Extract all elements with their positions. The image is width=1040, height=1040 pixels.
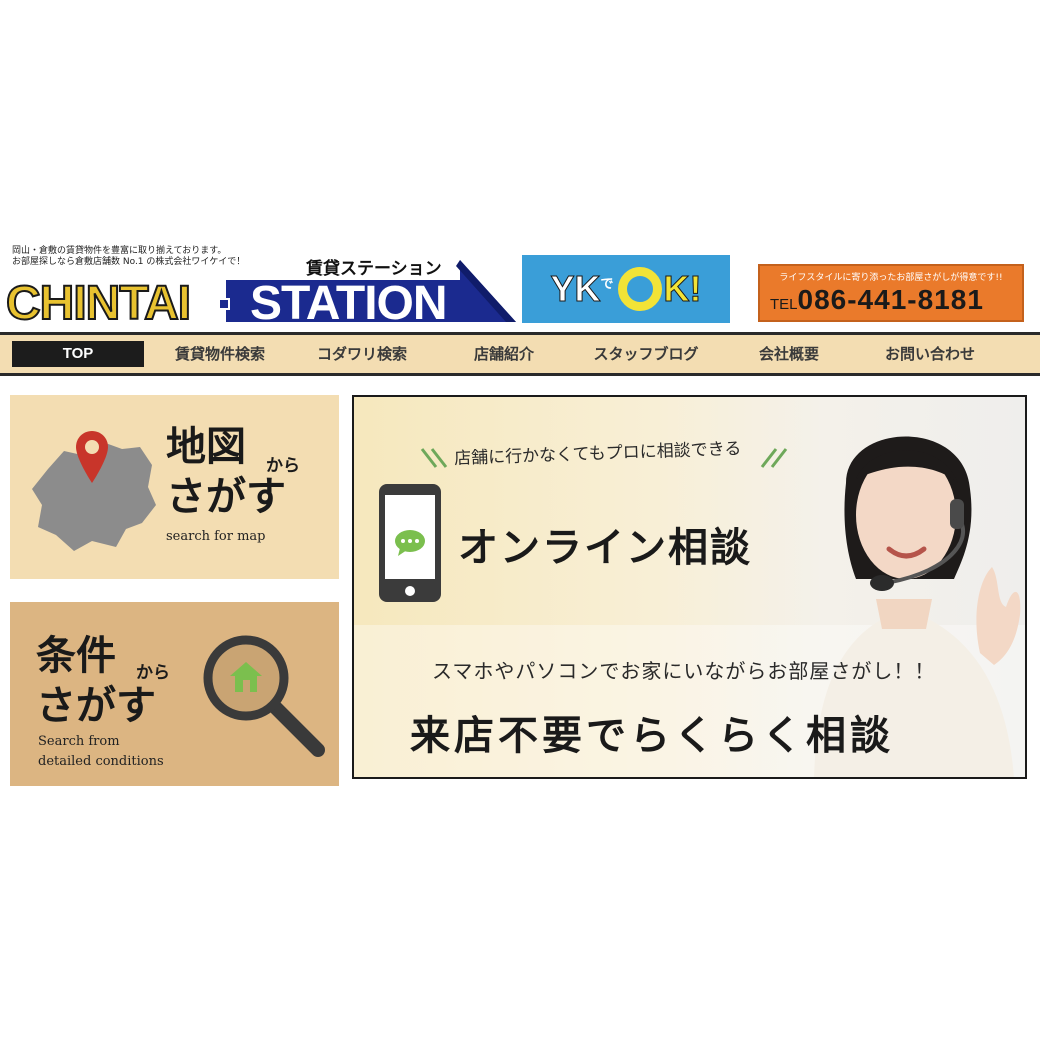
chat-bubble-icon [395, 530, 425, 556]
banner-subtitle: 店舗に行かなくてもプロに相談できる [453, 438, 742, 470]
nav-item-stores[interactable]: 店舗紹介 [450, 341, 558, 367]
map-card-kara: から [266, 456, 300, 476]
search-by-map-card[interactable]: 地図 から さがす search for map [10, 395, 339, 579]
banner-deco-right [760, 448, 788, 468]
ykok-o-ring [617, 267, 662, 311]
nav-item-contact[interactable]: お問い合わせ [866, 341, 994, 367]
cond-card-subtitle-1: Search from [38, 734, 120, 749]
banner-deco-left [420, 448, 448, 468]
nav-item-kodawari-search[interactable]: コダワリ検索 [298, 341, 426, 367]
logo-chintai-text: CHINTAI [5, 277, 192, 330]
online-consultation-banner[interactable]: 店舗に行かなくてもプロに相談できる オンライン相談 スマホやパソコンでお家にいな… [352, 395, 1027, 779]
nav-item-top[interactable]: TOP [12, 341, 144, 367]
map-pin-icon [76, 431, 108, 483]
house-icon [230, 662, 262, 692]
tel-prefix: TEL [770, 296, 798, 313]
magnifier-icon [203, 635, 325, 757]
tel-note: ライフスタイルに寄り添ったお部屋さがしが得意です!! [779, 273, 1003, 283]
map-card-subtitle: search for map [166, 529, 266, 544]
banner-title: オンライン相談 [458, 525, 752, 571]
tel-banner[interactable]: ライフスタイルに寄り添ったお部屋さがしが得意です!! TEL086-441-81… [758, 264, 1024, 322]
chintai-station-logo[interactable]: CHINTAI STATION 賃貸ステーション [5, 254, 516, 329]
ykok-de: で [600, 276, 614, 292]
nav-item-company[interactable]: 会社概要 [740, 341, 838, 367]
tel-line: TEL086-441-8181 [770, 284, 984, 316]
map-card-title-1: 地図 [166, 424, 246, 470]
nav-item-staff-blog[interactable]: スタッフブログ [576, 341, 716, 367]
search-by-conditions-card[interactable]: 条件 から さがす Search from detailed condition… [10, 602, 339, 786]
cond-card-title-1: 条件 [36, 633, 116, 679]
cond-card-title-2: さがす [36, 683, 156, 729]
cond-card-kara: から [136, 663, 170, 683]
map-card-title-2: さがす [166, 474, 286, 520]
nav-item-property-search[interactable]: 賃貸物件検索 [156, 341, 284, 367]
tel-number[interactable]: 086-441-8181 [798, 284, 984, 315]
ykok-k: K! [663, 268, 702, 310]
global-nav: TOP 賃貸物件検索 コダワリ検索 店舗紹介 スタッフブログ 会社概要 お問い合… [0, 332, 1040, 376]
banner-line-2: 来店不要でらくらく相談 [410, 713, 894, 759]
ykok-banner[interactable]: YK で K! [522, 255, 730, 323]
logo-station-text: STATION [250, 277, 448, 330]
ykok-yk: YK [550, 268, 601, 310]
site-header: 岡山・倉敷の賃貸物件を豊富に取り揃えております。 お部屋探しなら倉敷店舗数 No… [0, 240, 1040, 330]
cond-card-subtitle: Search from detailed conditions [38, 732, 164, 772]
banner-line-1: スマホやパソコンでお家にいながらお部屋さがし！！ [432, 659, 936, 683]
logo-jp-text: 賃貸ステーション [306, 259, 442, 279]
logo-dot [218, 298, 230, 310]
cond-card-subtitle-2: detailed conditions [38, 754, 164, 769]
